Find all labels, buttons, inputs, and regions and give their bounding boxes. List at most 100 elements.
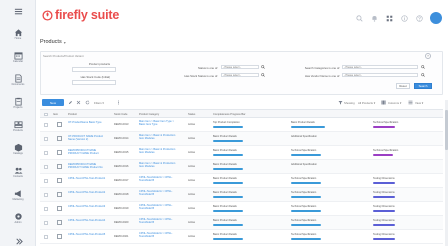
- help-badge[interactable]: ?: [425, 53, 431, 59]
- gear-icon: [14, 212, 23, 221]
- product-category-link[interactable]: Main Item > Basic & Production Item Modu…: [139, 134, 177, 140]
- vendor-filter-select[interactable]: - Please select -: [342, 72, 418, 77]
- close-icon[interactable]: [76, 100, 81, 105]
- product-category-link[interactable]: CPNL-Test-Model A > CPNL-Test-Model B: [139, 204, 177, 210]
- product-name-link[interactable]: CPNL-Test-CPNL-Test-Product5: [68, 233, 108, 236]
- column-header-stock-code[interactable]: Stock Code: [114, 113, 127, 116]
- completeness-label: Additional Specification: [291, 163, 317, 166]
- search-button[interactable]: Search: [414, 83, 432, 89]
- row-checkbox[interactable]: [44, 193, 48, 197]
- product-category-link[interactable]: CPNL-Test-Model A > CPNL-Test-Model B: [139, 176, 177, 182]
- row-checkbox[interactable]: [44, 123, 48, 127]
- table-row[interactable]: CPNL-Test-CPNL-Test-Product2 DEMO-0018 CPN…: [40, 188, 443, 202]
- completeness-progress-bar: [291, 210, 321, 213]
- column-header-category[interactable]: Product Category: [139, 113, 159, 116]
- completeness-label: Basic Product Details: [213, 177, 237, 180]
- table-row[interactable]: OT-ProductName Basic Type DEMO-0013 Main I…: [40, 118, 443, 132]
- home-icon: [14, 28, 23, 37]
- columns-dropdown[interactable]: Columns ▾: [388, 101, 401, 105]
- breadcrumb[interactable]: Products ▾: [40, 39, 66, 45]
- table-row[interactable]: CPNL-Test-CPNL-Test-Product5 DEMO-0021 CPN…: [40, 230, 443, 244]
- refresh-icon[interactable]: [85, 100, 90, 105]
- column-header-status[interactable]: Status: [188, 113, 195, 116]
- sidebar-item-contacts[interactable]: Contacts: [0, 161, 36, 184]
- more-options-icon[interactable]: [116, 100, 121, 105]
- filters-dropdown[interactable]: Filters ▾: [94, 101, 104, 105]
- stock-status-filter-select[interactable]: - Please select -: [221, 72, 259, 77]
- view-dropdown[interactable]: View ▾: [415, 101, 423, 105]
- sidebar-item-collapse[interactable]: [0, 230, 36, 246]
- sidebar-item-home[interactable]: Home: [0, 23, 36, 46]
- product-name-link[interactable]: CPNL-Test-CPNL-Test-Product2: [68, 191, 108, 194]
- calendar-icon: [13, 51, 23, 60]
- stock-code-filter-input[interactable]: [72, 80, 116, 85]
- completeness-progress-bar: [373, 210, 395, 213]
- product-category-link[interactable]: CPNL-Test-Model A > CPNL-Test-Model B: [139, 218, 177, 224]
- table-row[interactable]: CPNL-Test-CPNL-Test-Product4 DEMO-0020 CPN…: [40, 216, 443, 230]
- row-checkbox[interactable]: [44, 207, 48, 211]
- sidebar-item-projects[interactable]: Projects: [0, 92, 36, 115]
- grid-apps-icon[interactable]: [385, 14, 393, 22]
- table-row[interactable]: CPNL-Test-CPNL-Test-Product3 DEMO-0019 CPN…: [40, 202, 443, 216]
- table-row[interactable]: DEMOPRODUCTNAME PRODUCT NAME Product DEMO…: [40, 146, 443, 160]
- table-row[interactable]: OT-PRODUCT NAME Product Name (Version 2)…: [40, 132, 443, 146]
- search-icon[interactable]: [421, 72, 425, 77]
- product-category-link[interactable]: Main Item > Basic & Production Item Modu…: [139, 162, 177, 168]
- product-category-link[interactable]: Main Item > Basic Item Type > Basic Item…: [139, 120, 177, 126]
- edit-icon[interactable]: [68, 100, 73, 105]
- product-category-link[interactable]: CPNL-Test-Model A > CPNL-Test-Model B: [139, 190, 177, 196]
- sidebar-item-catalogs[interactable]: Catalogs: [0, 138, 36, 161]
- row-checkbox[interactable]: [44, 179, 48, 183]
- sidebar-item-marketing[interactable]: Marketing: [0, 184, 36, 207]
- product-name-link[interactable]: DEMOPRODUCTNAME PRODUCT NAME Product No: [68, 163, 108, 169]
- info-icon[interactable]: [400, 14, 408, 22]
- sidebar-item-menu[interactable]: [0, 0, 36, 23]
- row-checkbox[interactable]: [44, 151, 48, 155]
- help-icon[interactable]: [415, 14, 423, 22]
- table-row[interactable]: DEMOPRODUCTNAME PRODUCT NAME Product No D…: [40, 160, 443, 174]
- search-icon[interactable]: [355, 14, 363, 22]
- row-checkbox[interactable]: [44, 165, 48, 169]
- sidebar-item-products[interactable]: Products: [0, 115, 36, 138]
- product-category-link[interactable]: Main Item > Basic & Production Item Modu…: [139, 148, 177, 154]
- category-filter-select[interactable]: - Please select -: [342, 64, 418, 69]
- search-icon[interactable]: [261, 72, 265, 77]
- product-name-link[interactable]: OT-PRODUCT NAME Product Name (Version 2): [68, 135, 108, 141]
- all-products-dropdown[interactable]: All Products ▾: [358, 101, 375, 105]
- brand[interactable]: firefly suite: [42, 9, 119, 22]
- select-all-checkbox[interactable]: [44, 112, 48, 116]
- product-name-link[interactable]: DEMOPRODUCTNAME PRODUCT NAME Product: [68, 149, 108, 155]
- product-name-link[interactable]: CPNL-Test-CPNL-Test-Product4: [68, 219, 108, 222]
- row-checkbox[interactable]: [44, 137, 48, 141]
- product-name-link[interactable]: CPNL-Test-CPNL-Test-Product1: [68, 177, 108, 180]
- product-name-link[interactable]: CPNL-Test-CPNL-Test-Product3: [68, 205, 108, 208]
- status-text: Active: [188, 123, 196, 126]
- completeness-progress-bar: [213, 154, 243, 157]
- new-product-button[interactable]: New: [42, 99, 64, 106]
- stock-code: DEMO-0020: [114, 221, 129, 224]
- completeness-progress-bar: [213, 224, 243, 227]
- sidebar-item-admin[interactable]: Admin: [0, 207, 36, 230]
- product-name-link[interactable]: OT-ProductName Basic Type: [68, 121, 108, 124]
- status-filter-select[interactable]: - Please select -: [221, 64, 259, 69]
- sidebar-item-documents[interactable]: Documents: [0, 69, 36, 92]
- column-header-completeness[interactable]: Completeness Progress Bar: [213, 113, 245, 116]
- column-header-item[interactable]: Item: [53, 113, 58, 116]
- table-row[interactable]: CPNL-Test-CPNL-Test-Product1 DEMO-0017 CPN…: [40, 174, 443, 188]
- sidebar-item-calendar[interactable]: Calendar: [0, 46, 36, 69]
- stock-code: DEMO-0019: [114, 207, 129, 210]
- reset-button[interactable]: Reset: [396, 83, 410, 89]
- product-filter-input[interactable]: [72, 67, 116, 72]
- status-text: Active: [188, 165, 196, 168]
- product-thumbnail-icon: [57, 234, 62, 239]
- row-checkbox[interactable]: [44, 235, 48, 239]
- product-filter-label: Product products: [88, 62, 110, 66]
- sidebar-item-label: Home: [14, 37, 22, 41]
- row-checkbox[interactable]: [44, 221, 48, 225]
- search-icon[interactable]: [261, 64, 265, 69]
- search-icon[interactable]: [421, 64, 425, 69]
- user-avatar[interactable]: [430, 12, 442, 24]
- product-category-link[interactable]: CPNL-Test-Model A > CPNL-Test-Model B: [139, 232, 177, 238]
- column-header-product[interactable]: Product: [68, 113, 77, 116]
- notification-icon[interactable]: [370, 14, 378, 22]
